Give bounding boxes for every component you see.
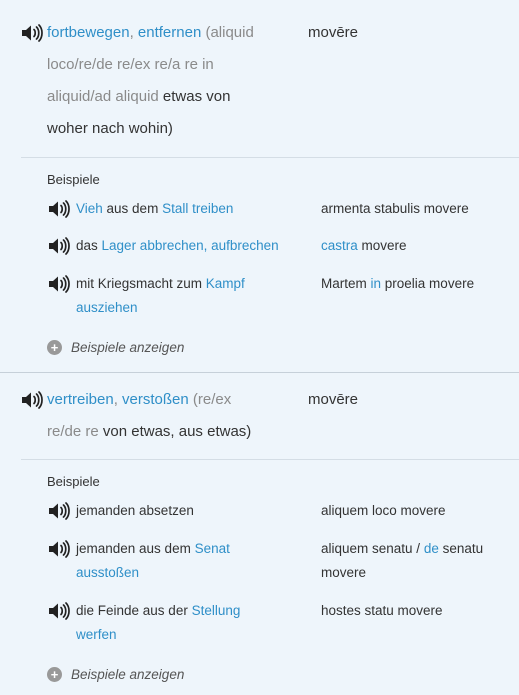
text-segment: proelia movere <box>381 276 475 291</box>
entry-separator <box>0 372 519 373</box>
text-segment: armenta stabulis movere <box>321 201 469 216</box>
text-segment: das <box>76 238 102 253</box>
example-latin: aliquem loco movere <box>321 499 511 523</box>
link-text[interactable]: castra <box>321 238 358 253</box>
link-text[interactable]: de <box>424 541 439 556</box>
speaker-icon[interactable] <box>21 391 43 409</box>
divider <box>21 459 519 460</box>
show-examples-button[interactable]: + Beispiele anzeigen <box>47 667 184 682</box>
speaker-icon[interactable] <box>48 200 70 218</box>
speaker-icon[interactable] <box>48 602 70 620</box>
link-text[interactable]: fortbewegen <box>47 24 130 41</box>
example-german: das Lager abbrechen, aufbrechen <box>76 234 301 258</box>
text-segment: mit Kriegsmacht zum <box>76 276 206 291</box>
plus-circle-icon: + <box>47 340 62 355</box>
link-text[interactable]: Stall treiben <box>162 201 233 216</box>
link-text[interactable]: verstoßen <box>122 391 189 408</box>
speaker-icon[interactable] <box>48 540 70 558</box>
text-segment: aliquem senatu / <box>321 541 424 556</box>
text-segment: , <box>129 24 138 41</box>
text-segment: aus dem <box>102 201 163 216</box>
text-segment: aliquem loco movere <box>321 503 446 518</box>
example-german: Vieh aus dem Stall treiben <box>76 197 301 221</box>
link-text[interactable]: Lager abbrechen, aufbrechen <box>102 238 279 253</box>
example-latin: Martem in proelia movere <box>321 272 511 296</box>
example-latin: armenta stabulis movere <box>321 197 511 221</box>
examples-title: Beispiele <box>47 172 100 187</box>
link-text[interactable]: entfernen <box>138 24 201 41</box>
entry-headword: fortbewegen, entfernen (aliquid loco/re/… <box>47 17 267 145</box>
text-segment: jemanden absetzen <box>76 503 194 518</box>
text-segment: die Feinde aus der <box>76 603 192 618</box>
example-german: jemanden absetzen <box>76 499 301 523</box>
example-german: mit Kriegsmacht zum Kampf ausziehen <box>76 272 276 320</box>
entry-headword: vertreiben, verstoßen (re/ex re/de re vo… <box>47 384 267 448</box>
example-german: die Feinde aus der Stellung werfen <box>76 599 276 647</box>
speaker-icon[interactable] <box>48 237 70 255</box>
plus-circle-icon: + <box>47 667 62 682</box>
speaker-icon[interactable] <box>48 275 70 293</box>
show-examples-label: Beispiele anzeigen <box>71 340 185 355</box>
link-text[interactable]: vertreiben <box>47 391 114 408</box>
example-german: jemanden aus dem Senat ausstoßen <box>76 537 276 585</box>
text-segment: movere <box>357 238 407 253</box>
link-text[interactable]: Vieh <box>76 201 103 216</box>
text-segment: jemanden aus dem <box>76 541 195 556</box>
entry-translation: movēre <box>308 24 359 41</box>
text-segment: von etwas, aus etwas) <box>102 423 252 440</box>
speaker-icon[interactable] <box>48 502 70 520</box>
link-text[interactable]: in <box>371 276 382 291</box>
text-segment: , <box>113 391 123 408</box>
example-latin: aliquem senatu / de senatu movere <box>321 537 511 585</box>
entry-translation: movēre <box>308 391 359 408</box>
divider <box>21 157 519 158</box>
text-segment: Martem <box>321 276 371 291</box>
example-latin: hostes statu movere <box>321 599 511 623</box>
example-latin: castra movere <box>321 234 511 258</box>
examples-title: Beispiele <box>47 474 100 489</box>
speaker-icon[interactable] <box>21 24 43 42</box>
text-segment: hostes statu movere <box>321 603 443 618</box>
show-examples-button[interactable]: + Beispiele anzeigen <box>47 340 184 355</box>
show-examples-label: Beispiele anzeigen <box>71 667 185 682</box>
